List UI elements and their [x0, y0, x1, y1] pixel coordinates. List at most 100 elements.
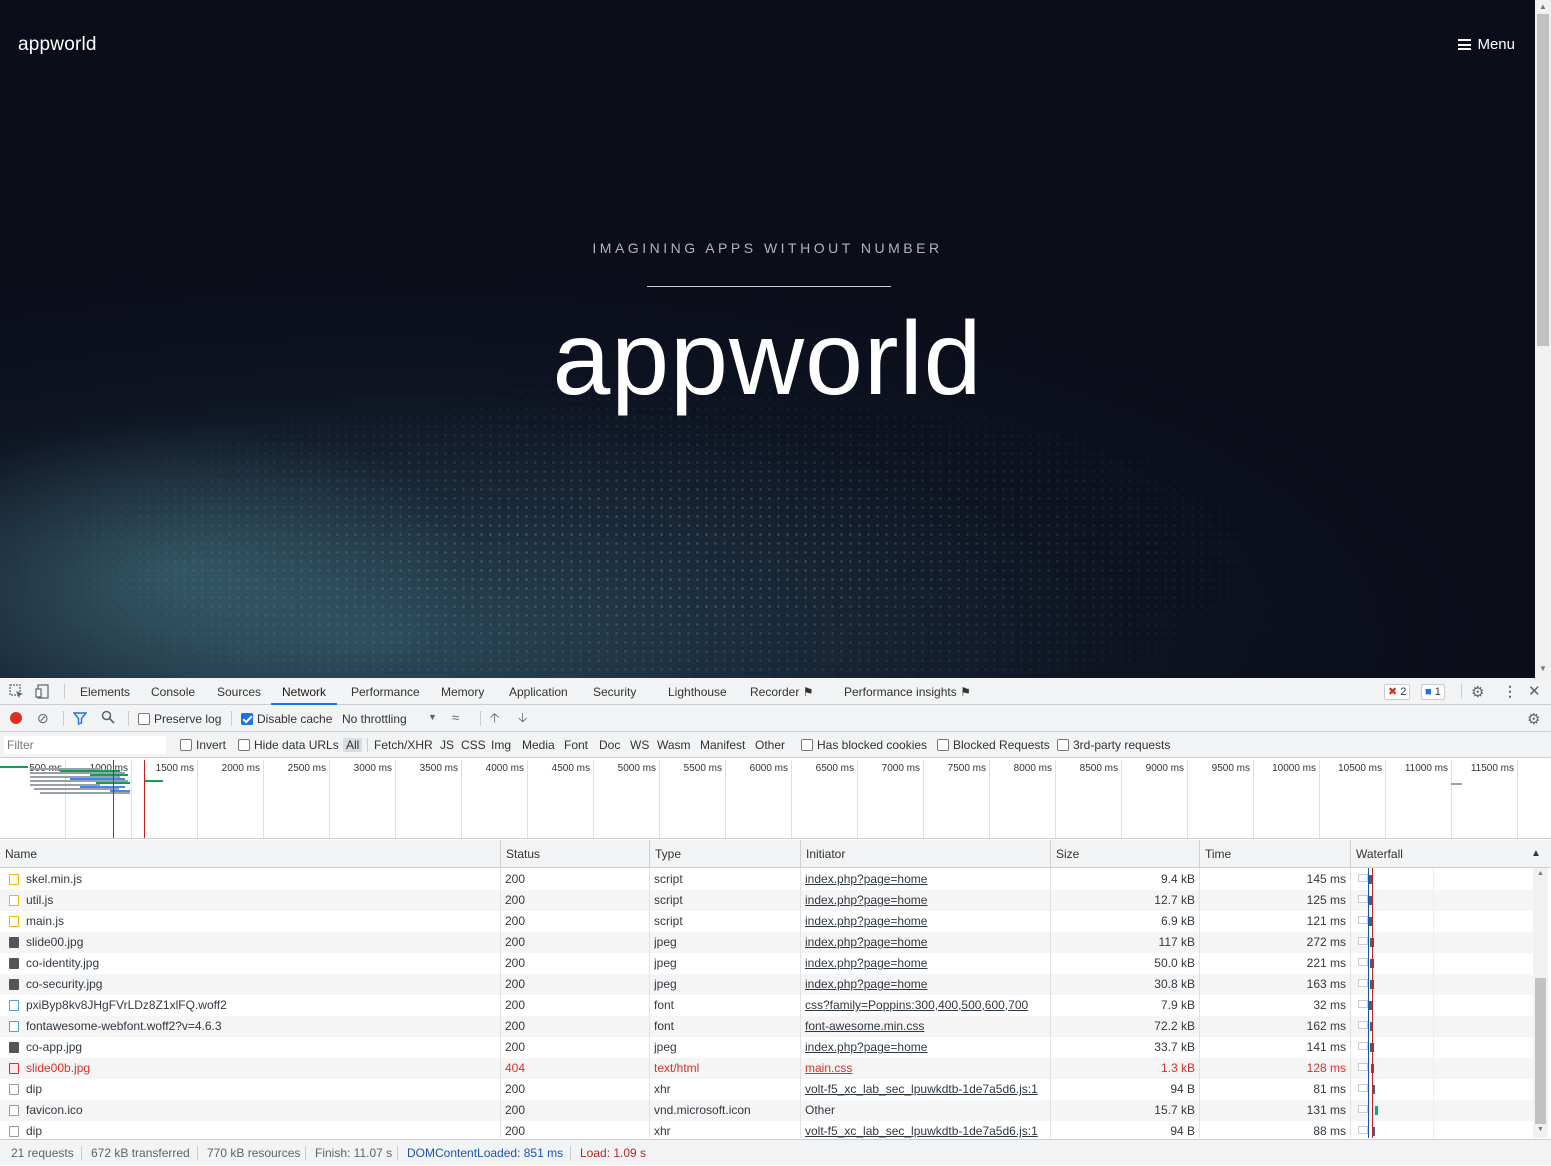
cell-initiator[interactable]: main.css	[805, 1058, 1045, 1079]
tab-sources[interactable]: Sources	[217, 678, 261, 705]
site-logo[interactable]: appworld	[18, 34, 97, 56]
column-header-name[interactable]: Name	[0, 840, 500, 868]
export-har-download-icon[interactable]: 🡣	[518, 709, 527, 731]
tab-console[interactable]: Console	[151, 678, 195, 705]
filter-input[interactable]	[4, 736, 166, 754]
tab-security[interactable]: Security	[593, 678, 636, 705]
cell-name[interactable]: co-identity.jpg	[26, 953, 496, 974]
cell-name[interactable]: slide00b.jpg	[26, 1058, 496, 1079]
filter-type-wasm[interactable]: Wasm	[657, 738, 691, 752]
close-devtools-icon[interactable]: ✕	[1528, 682, 1541, 700]
cell-initiator[interactable]: volt-f5_xc_lab_sec_lpuwkdtb-1de7a5d6.js:…	[805, 1079, 1045, 1100]
filter-type-other[interactable]: Other	[755, 738, 785, 752]
cell-initiator[interactable]: index.php?page=home	[805, 890, 1045, 911]
menu-button[interactable]: Menu	[1458, 36, 1515, 53]
tab-memory[interactable]: Memory	[441, 678, 484, 705]
cell-name[interactable]: dip	[26, 1121, 496, 1138]
cell-initiator[interactable]: index.php?page=home	[805, 1037, 1045, 1058]
device-toolbar-icon[interactable]	[35, 684, 50, 702]
network-conditions-wifi-icon[interactable]: ≈	[452, 710, 459, 725]
column-header-time[interactable]: Time	[1199, 840, 1350, 868]
more-options-icon[interactable]: ⋮	[1503, 683, 1517, 700]
column-header-initiator[interactable]: Initiator	[800, 840, 1050, 868]
filter-type-img[interactable]: Img	[491, 738, 511, 752]
filter-type-css[interactable]: CSS	[461, 738, 486, 752]
preserve-log-box[interactable]	[138, 713, 150, 725]
filter-type-fetch-xhr[interactable]: Fetch/XHR	[374, 738, 433, 752]
scroll-down-arrow-icon[interactable]: ▼	[1537, 1126, 1544, 1133]
invert-checkbox[interactable]: Invert	[180, 738, 226, 752]
page-scrollbar[interactable]: ▲ ▼	[1535, 0, 1551, 678]
search-icon[interactable]	[101, 710, 115, 727]
blocked-requests-box[interactable]	[937, 739, 949, 751]
table-row[interactable]: co-app.jpg 200 jpeg index.php?page=home 33.7…	[0, 1037, 1533, 1058]
table-row[interactable]: pxiByp8kv8JHgFVrLDz8Z1xlFQ.woff2 200 font c…	[0, 995, 1533, 1016]
cell-initiator[interactable]: index.php?page=home	[805, 953, 1045, 974]
record-button-icon[interactable]	[10, 712, 22, 724]
table-row[interactable]: co-security.jpg 200 jpeg index.php?page=hom…	[0, 974, 1533, 995]
cell-name[interactable]: fontawesome-webfont.woff2?v=4.6.3	[26, 1016, 496, 1037]
tab-performance[interactable]: Performance	[351, 678, 420, 705]
cell-name[interactable]: co-security.jpg	[26, 974, 496, 995]
table-row[interactable]: dip 200 xhr volt-f5_xc_lab_sec_lpuwkdtb-1de…	[0, 1121, 1533, 1138]
clear-icon[interactable]: ⊘	[37, 710, 49, 727]
throttling-select[interactable]: No throttling ▼	[342, 712, 437, 726]
table-row[interactable]: slide00.jpg 200 jpeg index.php?page=home 117…	[0, 932, 1533, 953]
table-row[interactable]: skel.min.js 200 script index.php?page=home 9…	[0, 869, 1533, 890]
hide-data-urls-checkbox[interactable]: Hide data URLs	[238, 738, 339, 752]
scroll-up-arrow-icon[interactable]: ▲	[1539, 2, 1547, 11]
cell-initiator[interactable]: css?family=Poppins:300,400,500,600,700	[805, 995, 1045, 1016]
filter-type-media[interactable]: Media	[522, 738, 555, 752]
settings-gear-icon[interactable]: ⚙	[1471, 683, 1484, 701]
cell-name[interactable]: co-app.jpg	[26, 1037, 496, 1058]
cell-initiator[interactable]: index.php?page=home	[805, 932, 1045, 953]
error-count-badge[interactable]: ✖ 2	[1384, 684, 1411, 700]
page-scrollbar-thumb[interactable]	[1537, 14, 1549, 346]
tab-recorder[interactable]: Recorder ⚑	[750, 678, 813, 705]
network-overview-timeline[interactable]: 500 ms1000 ms1500 ms2000 ms2500 ms3000 m…	[0, 758, 1551, 839]
table-row[interactable]: dip 200 xhr volt-f5_xc_lab_sec_lpuwkdtb-1de…	[0, 1079, 1533, 1100]
column-header-status[interactable]: Status	[500, 840, 649, 868]
cell-initiator[interactable]: index.php?page=home	[805, 869, 1045, 890]
request-table-scrollbar[interactable]: ▲ ▼	[1533, 868, 1548, 1138]
cell-name[interactable]: skel.min.js	[26, 869, 496, 890]
cell-name[interactable]: favicon.ico	[26, 1100, 496, 1121]
filter-type-doc[interactable]: Doc	[599, 738, 620, 752]
cell-name[interactable]: main.js	[26, 911, 496, 932]
column-header-size[interactable]: Size	[1050, 840, 1199, 868]
table-row[interactable]: favicon.ico 200 vnd.microsoft.icon Other 15.…	[0, 1100, 1533, 1121]
third-party-requests-box[interactable]	[1057, 739, 1069, 751]
has-blocked-cookies-checkbox[interactable]: Has blocked cookies	[801, 738, 927, 752]
network-settings-gear-icon[interactable]: ⚙	[1527, 710, 1540, 728]
cell-name[interactable]: slide00.jpg	[26, 932, 496, 953]
table-row[interactable]: slide00b.jpg 404 text/html main.css 1.3 kB 12…	[0, 1058, 1533, 1079]
import-har-upload-icon[interactable]: 🡡	[490, 709, 499, 731]
request-table-scrollbar-thumb[interactable]	[1535, 978, 1546, 1124]
cell-name[interactable]: pxiByp8kv8JHgFVrLDz8Z1xlFQ.woff2	[26, 995, 496, 1016]
blocked-requests-checkbox[interactable]: Blocked Requests	[937, 738, 1050, 752]
cell-initiator[interactable]: font-awesome.min.css	[805, 1016, 1045, 1037]
has-blocked-cookies-box[interactable]	[801, 739, 813, 751]
third-party-requests-checkbox[interactable]: 3rd-party requests	[1057, 738, 1170, 752]
filter-type-js[interactable]: JS	[440, 738, 454, 752]
cell-initiator[interactable]: index.php?page=home	[805, 911, 1045, 932]
filter-type-font[interactable]: Font	[564, 738, 588, 752]
cell-name[interactable]: dip	[26, 1079, 496, 1100]
table-row[interactable]: co-identity.jpg 200 jpeg index.php?page=hom…	[0, 953, 1533, 974]
inspect-element-icon[interactable]	[9, 684, 24, 702]
preserve-log-checkbox[interactable]: Preserve log	[138, 712, 221, 726]
table-row[interactable]: fontawesome-webfont.woff2?v=4.6.3 200 font…	[0, 1016, 1533, 1037]
message-count-badge[interactable]: ■ 1	[1421, 684, 1445, 700]
tab-lighthouse[interactable]: Lighthouse	[668, 678, 727, 705]
cell-name[interactable]: util.js	[26, 890, 496, 911]
invert-box[interactable]	[180, 739, 192, 751]
cell-initiator[interactable]: index.php?page=home	[805, 974, 1045, 995]
disable-cache-checkbox[interactable]: Disable cache	[241, 712, 332, 726]
table-row[interactable]: util.js 200 script index.php?page=home 12.7 …	[0, 890, 1533, 911]
scroll-up-arrow-icon[interactable]: ▲	[1537, 870, 1544, 877]
table-row[interactable]: main.js 200 script index.php?page=home 6.9 k…	[0, 911, 1533, 932]
cell-initiator[interactable]: volt-f5_xc_lab_sec_lpuwkdtb-1de7a5d6.js:…	[805, 1121, 1045, 1138]
filter-funnel-icon[interactable]	[72, 711, 88, 728]
filter-type-ws[interactable]: WS	[630, 738, 649, 752]
column-header-type[interactable]: Type	[649, 840, 800, 868]
